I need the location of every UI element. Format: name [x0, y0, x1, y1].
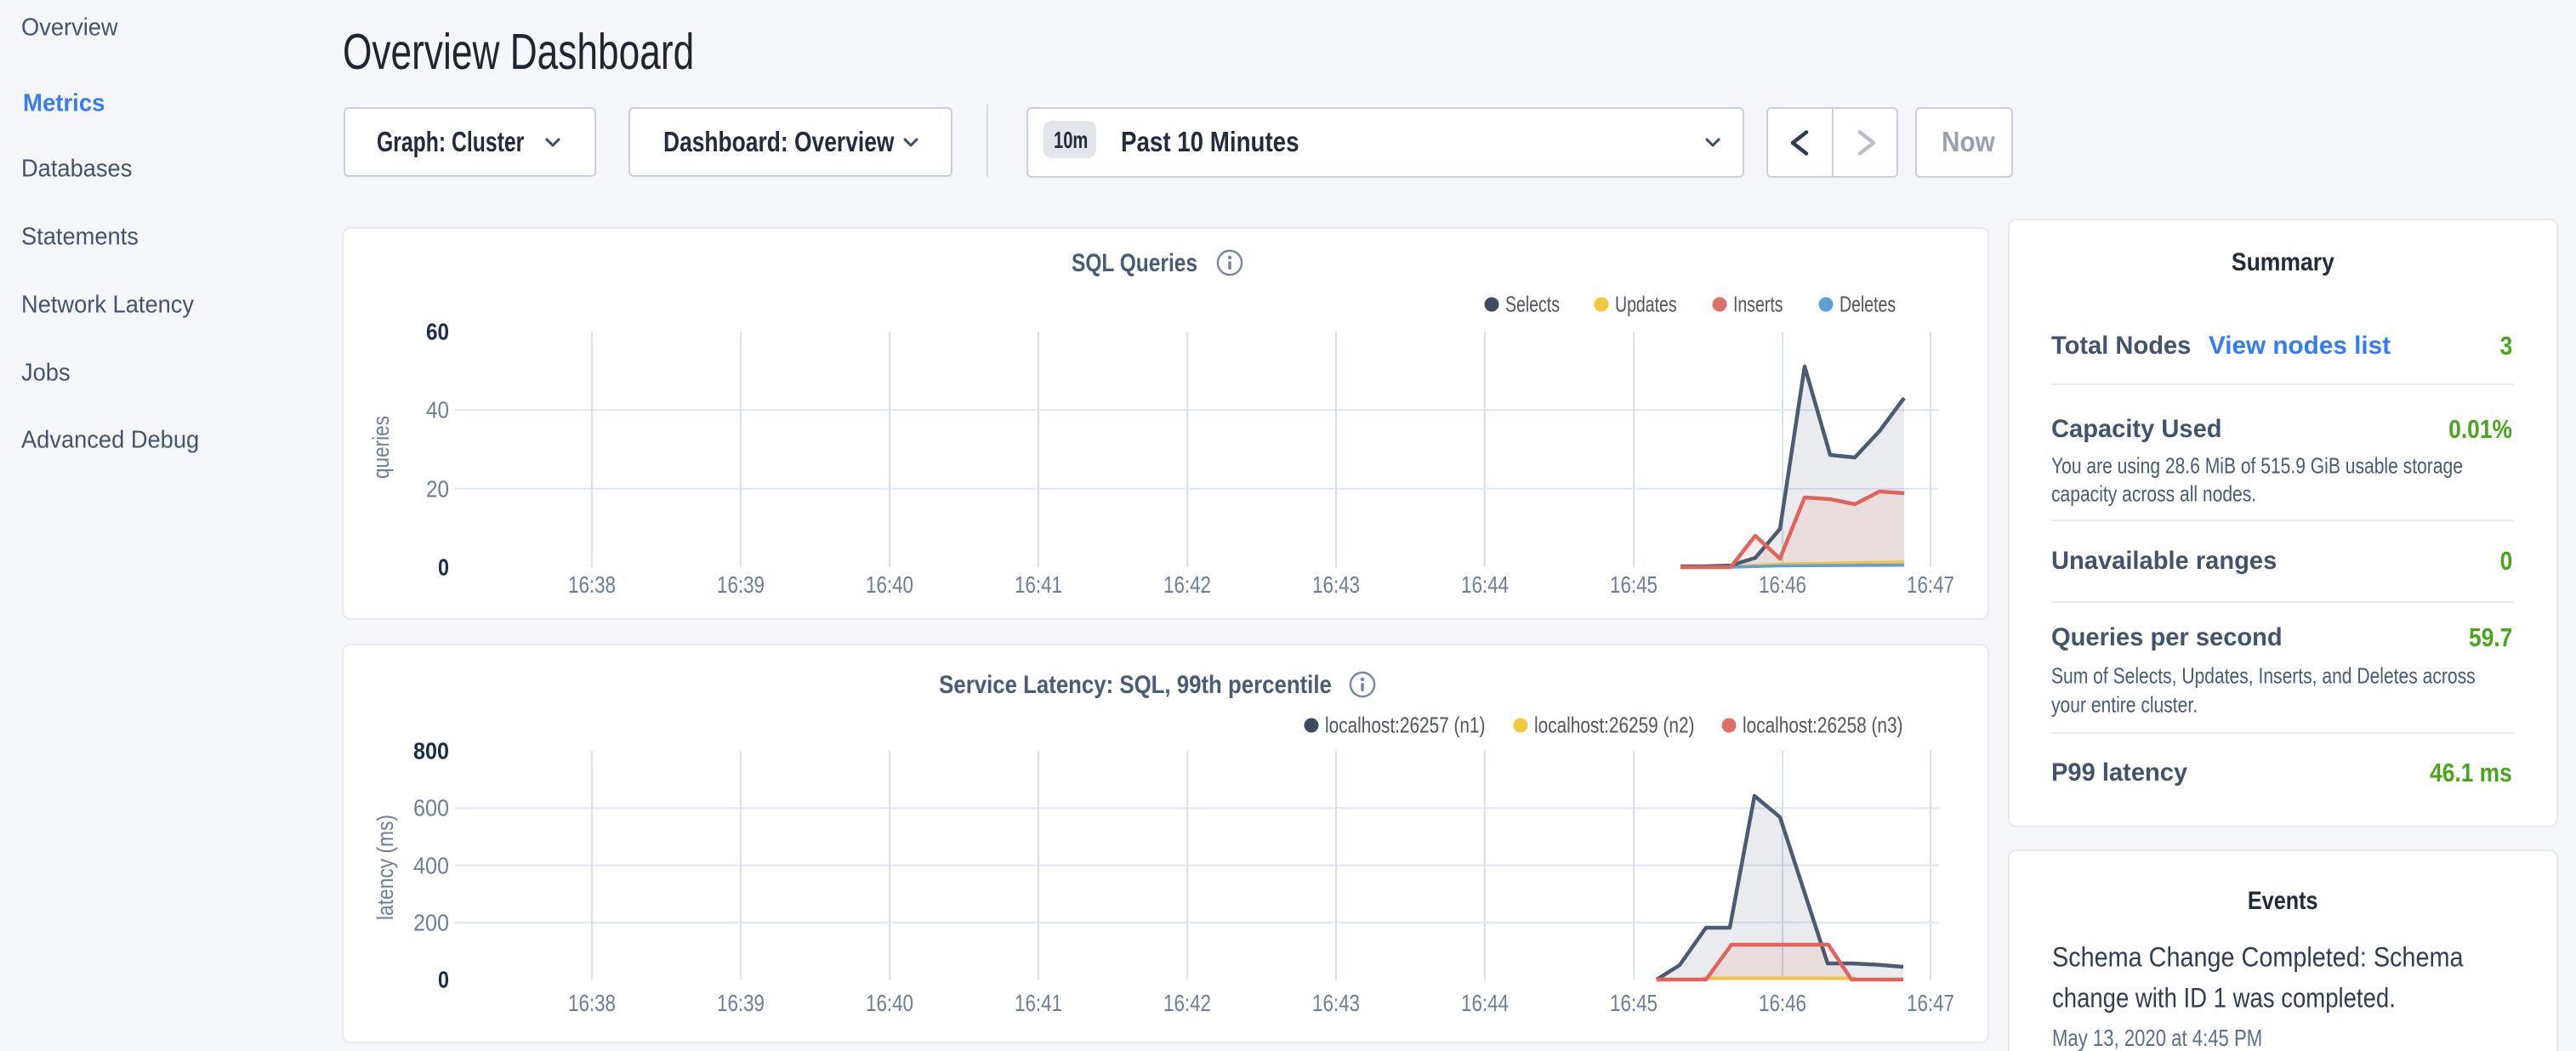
svg-text:400: 400 — [413, 853, 449, 879]
svg-text:16:42: 16:42 — [1163, 571, 1211, 598]
svg-text:20: 20 — [426, 476, 449, 503]
svg-text:16:39: 16:39 — [717, 571, 765, 598]
svg-text:16:38: 16:38 — [568, 571, 616, 598]
svg-text:16:47: 16:47 — [1907, 571, 1954, 598]
svg-text:16:40: 16:40 — [866, 990, 913, 1016]
svg-text:16:39: 16:39 — [717, 990, 765, 1016]
svg-text:16:38: 16:38 — [568, 990, 616, 1016]
svg-text:16:44: 16:44 — [1461, 571, 1509, 598]
svg-text:16:41: 16:41 — [1015, 571, 1062, 598]
svg-text:16:47: 16:47 — [1907, 990, 1954, 1016]
svg-text:800: 800 — [413, 738, 449, 764]
svg-text:16:42: 16:42 — [1163, 990, 1211, 1016]
svg-text:16:43: 16:43 — [1312, 571, 1360, 598]
svg-text:40: 40 — [426, 397, 449, 423]
svg-text:queries: queries — [368, 416, 394, 479]
svg-text:200: 200 — [413, 910, 449, 936]
svg-text:0: 0 — [438, 967, 449, 993]
svg-text:60: 60 — [426, 319, 449, 345]
svg-text:16:46: 16:46 — [1759, 571, 1806, 598]
svg-text:600: 600 — [413, 795, 449, 821]
svg-text:0: 0 — [438, 554, 449, 581]
svg-text:16:44: 16:44 — [1461, 990, 1509, 1016]
svg-text:16:45: 16:45 — [1610, 571, 1658, 598]
svg-text:latency (ms): latency (ms) — [372, 815, 398, 920]
svg-text:16:40: 16:40 — [866, 571, 913, 598]
svg-text:16:43: 16:43 — [1312, 990, 1360, 1016]
svg-text:16:46: 16:46 — [1759, 990, 1806, 1016]
svg-text:16:45: 16:45 — [1610, 990, 1658, 1016]
svg-text:16:41: 16:41 — [1015, 990, 1062, 1016]
